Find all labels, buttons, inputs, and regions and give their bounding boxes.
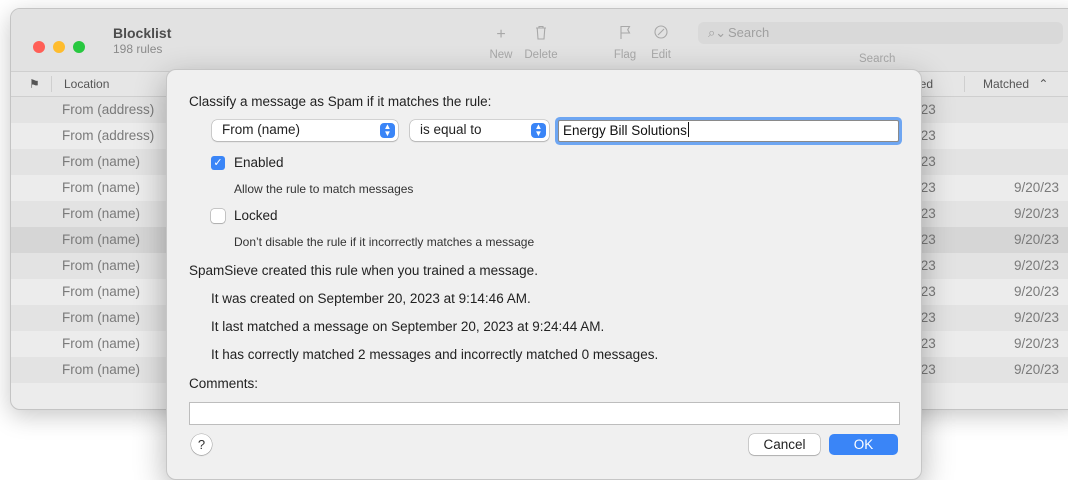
locked-description: Don’t disable the rule if it incorrectly… bbox=[234, 235, 535, 249]
plus-icon: + bbox=[496, 26, 506, 43]
flag-icon bbox=[605, 25, 645, 49]
matched-column-header[interactable]: Matched ⌃ bbox=[983, 77, 1048, 91]
info-last-matched: It last matched a message on September 2… bbox=[211, 319, 605, 334]
location-cell: From (name) bbox=[62, 362, 141, 377]
search-icon: ⌕⌄ bbox=[708, 25, 727, 40]
window-title: Blocklist bbox=[113, 25, 172, 41]
popup-stepper-icon: ▲ ▼ bbox=[380, 123, 395, 138]
operator-popup-value: is equal to bbox=[420, 122, 482, 137]
matched-cell: 9/20/23 bbox=[1013, 310, 1059, 325]
ok-button[interactable]: OK bbox=[829, 434, 898, 455]
locked-label: Locked bbox=[234, 208, 278, 223]
location-cell: From (name) bbox=[62, 154, 141, 169]
matched-cell: 9/20/23 bbox=[1013, 206, 1059, 221]
zoom-window-button[interactable] bbox=[73, 41, 85, 53]
edit-label: Edit bbox=[651, 49, 671, 61]
delete-rule-button[interactable]: Delete bbox=[516, 25, 566, 61]
minimize-window-button[interactable] bbox=[53, 41, 65, 53]
flag-label: Flag bbox=[613, 49, 637, 61]
location-cell: From (name) bbox=[62, 258, 141, 273]
flag-button[interactable]: Flag bbox=[605, 25, 645, 61]
field-popup-value: From (name) bbox=[222, 122, 301, 137]
matched-cell: 9/20/23 bbox=[1013, 362, 1059, 377]
matched-cell: 9/20/23 bbox=[1013, 232, 1059, 247]
rule-value-text: Energy Bill Solutions bbox=[563, 122, 689, 138]
location-cell: From (name) bbox=[62, 180, 141, 195]
rule-editor-sheet: Classify a message as Spam if it matches… bbox=[166, 69, 922, 480]
matched-cell: 9/20/23 bbox=[1013, 284, 1059, 299]
sort-ascending-icon: ⌃ bbox=[1038, 77, 1049, 91]
rule-count: 198 rules bbox=[113, 42, 163, 56]
edit-button[interactable]: Edit bbox=[641, 25, 681, 61]
matched-header-label: Matched bbox=[983, 77, 1030, 91]
locked-checkbox[interactable] bbox=[211, 209, 225, 223]
matched-cell: 9/20/23 bbox=[1013, 180, 1059, 195]
column-divider bbox=[964, 76, 965, 92]
enabled-label: Enabled bbox=[234, 155, 284, 170]
rule-value-field[interactable]: Energy Bill Solutions bbox=[558, 120, 899, 142]
location-column-header[interactable]: Location bbox=[64, 77, 109, 91]
flag-column-icon[interactable]: ⚑ bbox=[29, 77, 40, 91]
popup-stepper-icon: ▲ ▼ bbox=[531, 123, 546, 138]
location-cell: From (name) bbox=[62, 336, 141, 351]
location-cell: From (name) bbox=[62, 310, 141, 325]
matched-cell: 9/20/23 bbox=[1013, 336, 1059, 351]
close-window-button[interactable] bbox=[33, 41, 45, 53]
enabled-checkbox[interactable]: ✓ bbox=[211, 156, 225, 170]
rule-heading: Classify a message as Spam if it matches… bbox=[189, 94, 492, 109]
trash-icon bbox=[516, 25, 566, 49]
new-label: New bbox=[489, 49, 513, 61]
location-cell: From (name) bbox=[62, 206, 141, 221]
field-popup[interactable]: From (name) ▲ ▼ bbox=[212, 120, 398, 141]
location-cell: From (address) bbox=[62, 128, 155, 143]
info-created: It was created on September 20, 2023 at … bbox=[211, 291, 531, 306]
info-title: SpamSieve created this rule when you tra… bbox=[189, 263, 538, 278]
cancel-button[interactable]: Cancel bbox=[749, 434, 820, 455]
new-rule-button[interactable]: + New bbox=[481, 25, 521, 61]
window-toolbar: Blocklist 198 rules + New Delete Flag Ed… bbox=[11, 9, 1068, 71]
search-label: Search bbox=[859, 53, 896, 65]
matched-cell: 9/20/23 bbox=[1013, 258, 1059, 273]
column-divider bbox=[51, 76, 52, 92]
comments-label: Comments: bbox=[189, 376, 259, 391]
search-field[interactable]: ⌕⌄ Search bbox=[698, 22, 1063, 44]
info-match-count: It has correctly matched 2 messages and … bbox=[211, 347, 659, 362]
delete-label: Delete bbox=[524, 49, 558, 61]
location-cell: From (name) bbox=[62, 232, 141, 247]
location-cell: From (address) bbox=[62, 102, 155, 117]
comments-field[interactable] bbox=[189, 402, 900, 425]
edit-icon bbox=[641, 25, 681, 49]
rule-value: Energy Bill Solutions bbox=[563, 123, 687, 138]
help-button[interactable]: ? bbox=[191, 434, 212, 455]
operator-popup[interactable]: is equal to ▲ ▼ bbox=[410, 120, 549, 141]
search-placeholder: Search bbox=[728, 25, 770, 40]
location-cell: From (name) bbox=[62, 284, 141, 299]
text-caret bbox=[687, 122, 689, 137]
enabled-description: Allow the rule to match messages bbox=[234, 182, 414, 196]
